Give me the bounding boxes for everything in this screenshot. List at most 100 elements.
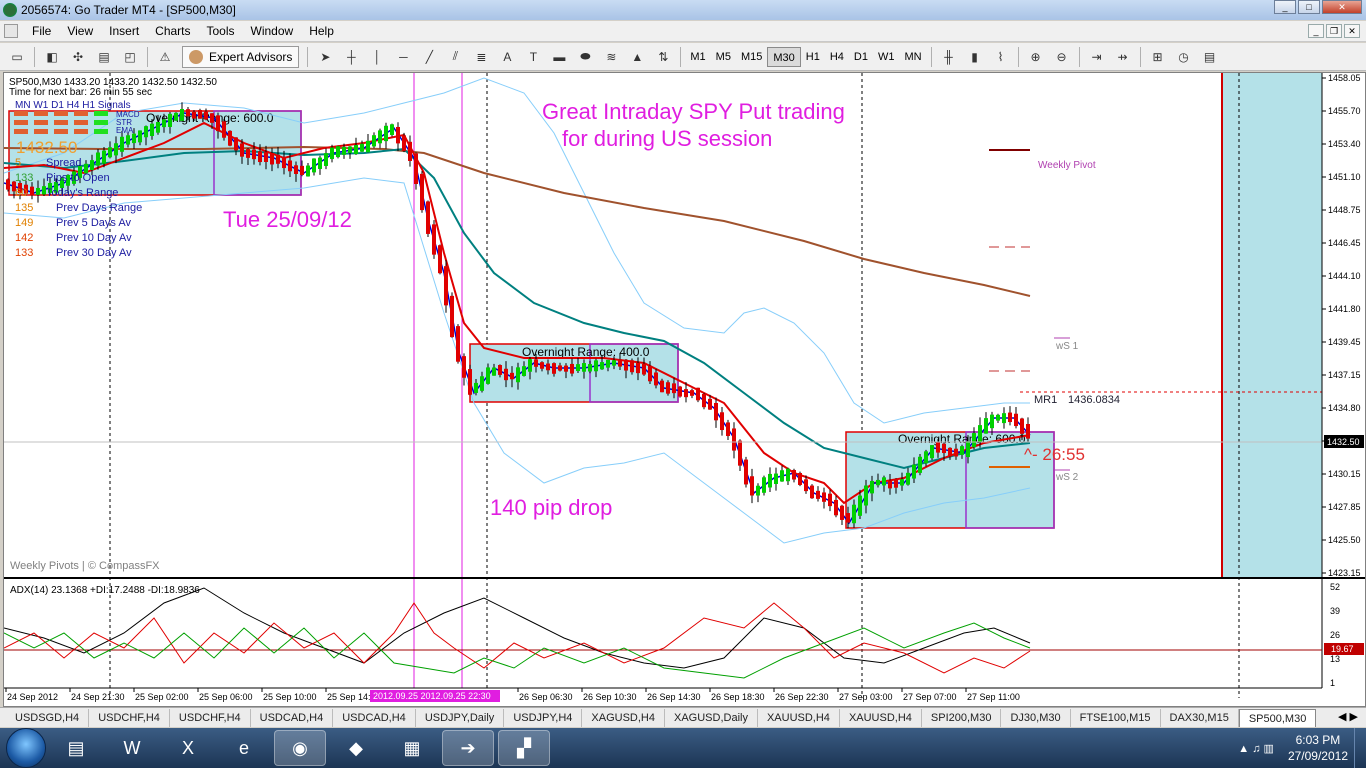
tab-dj30-m30[interactable]: DJ30,M30	[1001, 708, 1071, 727]
internet-explorer-icon[interactable]: e	[218, 730, 270, 766]
zoom-out-icon[interactable]: ⊖	[1051, 46, 1073, 68]
chart-window-icon[interactable]	[4, 24, 18, 38]
zoom-in-icon[interactable]: ⊕	[1025, 46, 1047, 68]
candle-body	[426, 201, 430, 234]
triangle-icon[interactable]: ▲	[626, 46, 648, 68]
menu-charts[interactable]: Charts	[147, 24, 198, 38]
horizontal-line-icon[interactable]: ─	[392, 46, 414, 68]
bar-chart-icon[interactable]: ╫	[938, 46, 960, 68]
candle-body	[726, 422, 730, 437]
periodicity-icon[interactable]: ◷	[1173, 46, 1195, 68]
menu-window[interactable]: Window	[243, 24, 302, 38]
timeframe-m30[interactable]: M30	[767, 46, 801, 67]
timeframe-m1[interactable]: M1	[685, 47, 710, 67]
chrome-icon[interactable]: ◉	[274, 730, 326, 766]
tab-xagusd-h4[interactable]: XAGUSD,H4	[582, 708, 665, 727]
ellipse-icon[interactable]: ⬬	[574, 46, 596, 68]
clock[interactable]: 6:03 PM 27/09/2012	[1288, 732, 1348, 764]
trendline-icon[interactable]: ╱	[418, 46, 440, 68]
text-label-icon[interactable]: T	[522, 46, 544, 68]
timeframe-w1[interactable]: W1	[873, 47, 900, 67]
candlestick-icon[interactable]: ▮	[964, 46, 986, 68]
auto-scroll-icon[interactable]: ⇥	[1086, 46, 1108, 68]
timeframe-d1[interactable]: D1	[849, 47, 873, 67]
calculator-icon[interactable]: ▦	[386, 730, 438, 766]
candle-body	[252, 149, 256, 160]
terminal-icon[interactable]: ▤	[93, 46, 115, 68]
metatrader-icon[interactable]: ▞	[498, 730, 550, 766]
candle-body	[342, 146, 346, 155]
vertical-line-icon[interactable]: │	[366, 46, 388, 68]
explorer-icon[interactable]: ▤	[50, 730, 102, 766]
chart-window[interactable]: Overnight Range: 600.0 Overnight Range: …	[3, 72, 1366, 707]
cursor-icon[interactable]: ➤	[314, 46, 336, 68]
go-arrow-app-icon[interactable]: ➔	[442, 730, 494, 766]
tray-icons[interactable]: ▲ ♫ ▥	[1238, 742, 1274, 755]
new-chart-icon[interactable]: ▭	[6, 46, 28, 68]
expert-advisors-button[interactable]: Expert Advisors	[182, 45, 300, 68]
tab-dax30-m15[interactable]: DAX30,M15	[1161, 708, 1239, 727]
close-button[interactable]: ✕	[1322, 0, 1362, 14]
strategy-tester-icon[interactable]: ◰	[119, 46, 141, 68]
fibonacci-icon[interactable]: ≣	[470, 46, 492, 68]
toolbar-divider	[680, 46, 682, 67]
candle-body	[186, 109, 190, 117]
show-desktop-button[interactable]	[1354, 728, 1366, 768]
start-button[interactable]	[6, 728, 46, 768]
candle-body	[486, 367, 490, 384]
candle-body	[678, 386, 682, 397]
line-chart-icon[interactable]: ⌇	[990, 46, 1012, 68]
indicators-icon[interactable]: ⊞	[1147, 46, 1169, 68]
price-tick-label: 1444.10	[1328, 271, 1361, 281]
tab-scroll-arrows[interactable]: ◀ ▶	[1338, 710, 1358, 723]
word-icon[interactable]: W	[106, 730, 158, 766]
excel-icon[interactable]: X	[162, 730, 214, 766]
timeframe-m5[interactable]: M5	[711, 47, 736, 67]
tab-xauusd-h4[interactable]: XAUUSD,H4	[840, 708, 922, 727]
channel-icon[interactable]: ⫽	[444, 46, 466, 68]
fib-fan-icon[interactable]: ≋	[600, 46, 622, 68]
tab-usdjpy-h4[interactable]: USDJPY,H4	[504, 708, 583, 727]
crosshair-icon[interactable]: ┼	[340, 46, 362, 68]
tab-spi200-m30[interactable]: SPI200,M30	[922, 708, 1002, 727]
new-order-icon[interactable]: ⚠	[154, 46, 176, 68]
tab-xauusd-h4[interactable]: XAUUSD,H4	[758, 708, 840, 727]
maximize-button[interactable]: □	[1298, 0, 1320, 14]
tab-usdcad-h4[interactable]: USDCAD,H4	[251, 708, 334, 727]
candle-body	[582, 363, 586, 372]
stat-value: 5	[15, 157, 21, 169]
tab-usdsgd-h4[interactable]: USDSGD,H4	[6, 708, 90, 727]
templates-icon[interactable]: ▤	[1199, 46, 1221, 68]
menu-tools[interactable]: Tools	[199, 24, 243, 38]
tab-ftse100-m15[interactable]: FTSE100,M15	[1071, 708, 1161, 727]
chart-minimize-button[interactable]: _	[1308, 24, 1324, 38]
candle-body	[1020, 418, 1024, 434]
price-axis[interactable]	[1322, 73, 1365, 706]
chart-close-button[interactable]: ✕	[1344, 24, 1360, 38]
arrows-icon[interactable]: ⇅	[652, 46, 674, 68]
candle-body	[570, 363, 574, 374]
menu-view[interactable]: View	[59, 24, 101, 38]
price-chart[interactable]: Overnight Range: 600.0 Overnight Range: …	[3, 73, 1365, 706]
timeframe-m15[interactable]: M15	[736, 47, 767, 67]
menu-file[interactable]: File	[24, 24, 59, 38]
timeframe-h4[interactable]: H4	[825, 47, 849, 67]
menu-insert[interactable]: Insert	[101, 24, 147, 38]
rectangle-icon[interactable]: ▬	[548, 46, 570, 68]
navigator-icon[interactable]: ✣	[67, 46, 89, 68]
chart-shift-icon[interactable]: ⇸	[1112, 46, 1134, 68]
tab-usdcad-h4[interactable]: USDCAD,H4	[333, 708, 416, 727]
menu-help[interactable]: Help	[301, 24, 342, 38]
tab-usdchf-h4[interactable]: USDCHF,H4	[170, 708, 251, 727]
tab-usdjpy-daily[interactable]: USDJPY,Daily	[416, 708, 505, 727]
market-watch-icon[interactable]: ◧	[41, 46, 63, 68]
tab-xagusd-daily[interactable]: XAGUSD,Daily	[665, 708, 758, 727]
minimize-button[interactable]: _	[1274, 0, 1296, 14]
trading-app-icon[interactable]: ◆	[330, 730, 382, 766]
chart-restore-button[interactable]: ❐	[1326, 24, 1342, 38]
text-icon[interactable]: A	[496, 46, 518, 68]
timeframe-h1[interactable]: H1	[801, 47, 825, 67]
tab-sp500-m30[interactable]: SP500,M30	[1238, 708, 1317, 727]
tab-usdchf-h4[interactable]: USDCHF,H4	[89, 708, 170, 727]
timeframe-mn[interactable]: MN	[899, 47, 926, 67]
